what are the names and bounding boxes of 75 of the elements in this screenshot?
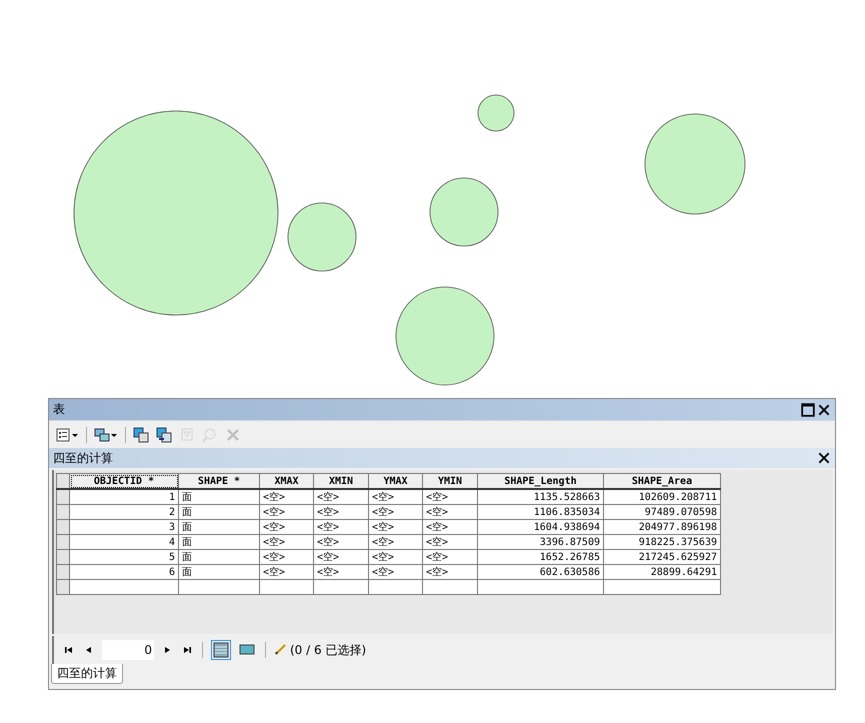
table-cell: <空> — [368, 550, 422, 564]
close-icon[interactable] — [817, 402, 831, 416]
table-cell: 602.630586 — [478, 564, 604, 580]
pencil-icon[interactable] — [274, 642, 288, 656]
column-header[interactable]: SHAPE_Length — [478, 474, 604, 489]
table-cell: 面 — [178, 534, 260, 550]
table-cell: <空> — [314, 534, 368, 550]
table-cell: 1652.26785 — [478, 550, 604, 564]
column-header[interactable]: SHAPE * — [178, 474, 260, 489]
table-cell: <空> — [314, 504, 368, 520]
table-cell: <空> — [422, 520, 478, 534]
table-cell: 102609.208711 — [604, 489, 720, 504]
table-cell: 918225.375639 — [604, 534, 720, 550]
column-header[interactable]: YMAX — [368, 474, 422, 489]
table-cell: <空> — [314, 520, 368, 534]
table-cell: 3396.87509 — [478, 534, 604, 550]
table-title: 四至的计算 — [53, 450, 114, 466]
column-header[interactable]: SHAPE_Area — [604, 474, 720, 489]
table-cell: <空> — [260, 520, 314, 534]
table-cell: <空> — [260, 534, 314, 550]
table-cell: 1135.528663 — [478, 489, 604, 504]
switch-selection-icon[interactable] — [156, 426, 172, 442]
table-cell: 1604.938694 — [478, 520, 604, 534]
table-cell: <空> — [314, 564, 368, 580]
table-cell: 面 — [178, 550, 260, 564]
close-icon[interactable] — [817, 451, 831, 465]
table-cell: 3 — [70, 520, 178, 534]
table-cell: 5 — [70, 550, 178, 564]
column-header[interactable]: OBJECTID * — [70, 474, 178, 489]
table-cell: 面 — [178, 504, 260, 520]
table-cell: 97489.070598 — [604, 504, 720, 520]
table-cell: <空> — [314, 489, 368, 504]
table-cell: <空> — [368, 564, 422, 580]
corner-cell[interactable] — [56, 474, 70, 489]
table-cell: 2 — [70, 504, 178, 520]
table-cell: <空> — [368, 489, 422, 504]
table-cell: <空> — [260, 504, 314, 520]
table-cell: 204977.896198 — [604, 520, 720, 534]
window-title: 表 — [53, 401, 66, 418]
table-cell: <空> — [368, 504, 422, 520]
table-tab[interactable]: 四至的计算 — [51, 664, 123, 684]
tables-icon[interactable] — [94, 426, 110, 442]
all-records-view-button[interactable] — [211, 640, 231, 660]
table-cell: <空> — [260, 489, 314, 504]
column-header[interactable]: YMIN — [422, 474, 478, 489]
table-cell: <空> — [422, 564, 478, 580]
table-cell: 面 — [178, 564, 260, 580]
list-icon[interactable] — [55, 426, 71, 442]
table-cell: 1106.835034 — [478, 504, 604, 520]
row-selector[interactable] — [56, 489, 70, 504]
table-cell: <空> — [314, 550, 368, 564]
table-cell: <空> — [422, 489, 478, 504]
selection-count: (0 / 6 已选择) — [290, 642, 366, 658]
table-cell: 217245.625927 — [604, 550, 720, 564]
maximize-icon[interactable] — [801, 402, 815, 416]
table-cell: 4 — [70, 534, 178, 550]
table-cell: <空> — [422, 550, 478, 564]
table-cell: 28899.64291 — [604, 564, 720, 580]
table-cell: <空> — [422, 534, 478, 550]
polygon-feature — [288, 202, 356, 272]
selection-icon[interactable] — [133, 426, 149, 442]
table-cell: <空> — [368, 534, 422, 550]
table-cell: 6 — [70, 564, 178, 580]
table-cell: 面 — [178, 489, 260, 504]
column-header[interactable]: XMAX — [260, 474, 314, 489]
table-cell: 面 — [178, 520, 260, 534]
record-field[interactable]: 0 — [102, 640, 154, 660]
polygon-feature — [430, 178, 498, 246]
table-cell: 1 — [70, 489, 178, 504]
polygon-feature — [478, 94, 514, 132]
table-cell: <空> — [260, 564, 314, 580]
table-cell: <空> — [260, 550, 314, 564]
table-cell: <空> — [422, 504, 478, 520]
table-cell: <空> — [368, 520, 422, 534]
column-header[interactable]: XMIN — [314, 474, 368, 489]
